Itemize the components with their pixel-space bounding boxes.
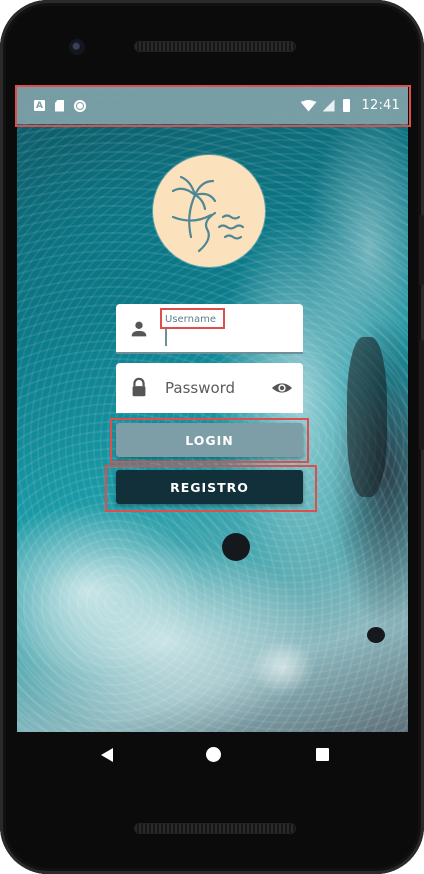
bottom-speaker: [135, 824, 295, 833]
status-bar: A 12:41: [17, 87, 408, 124]
lock-icon: [132, 377, 146, 397]
login-button[interactable]: LOGIN: [116, 423, 303, 457]
phone-frame: A 12:41 Username Password LOGIN REGISTRO: [0, 0, 424, 874]
side-button-upper: [419, 215, 424, 285]
wifi-icon: [300, 99, 317, 112]
text-cursor: [165, 329, 167, 346]
person-icon: [131, 321, 147, 337]
circle-notification-icon: [74, 99, 86, 112]
register-button[interactable]: REGISTRO: [116, 470, 303, 504]
a-notification-icon: A: [34, 100, 45, 111]
side-button-lower: [419, 340, 424, 450]
back-icon[interactable]: [101, 748, 113, 762]
rock-shoreline: [347, 337, 387, 497]
status-time: 12:41: [361, 98, 400, 113]
password-field[interactable]: Password: [116, 363, 303, 413]
top-speaker: [135, 42, 295, 51]
recents-icon[interactable]: [316, 748, 329, 761]
front-camera: [69, 39, 85, 55]
sd-card-icon: [55, 99, 64, 112]
signal-icon: [322, 99, 335, 112]
beach-palm-logo-icon: [153, 155, 265, 267]
username-underline: [116, 352, 303, 354]
username-field[interactable]: Username: [116, 304, 303, 354]
eye-icon[interactable]: [271, 378, 293, 398]
app-screen: A 12:41 Username Password LOGIN REGISTRO: [17, 87, 408, 732]
rock: [367, 627, 385, 643]
home-icon[interactable]: [206, 747, 221, 762]
rock: [222, 533, 250, 561]
navigation-bar: [17, 732, 408, 778]
username-label: Username: [165, 314, 216, 325]
battery-icon: [342, 99, 350, 112]
password-placeholder: Password: [165, 379, 236, 397]
